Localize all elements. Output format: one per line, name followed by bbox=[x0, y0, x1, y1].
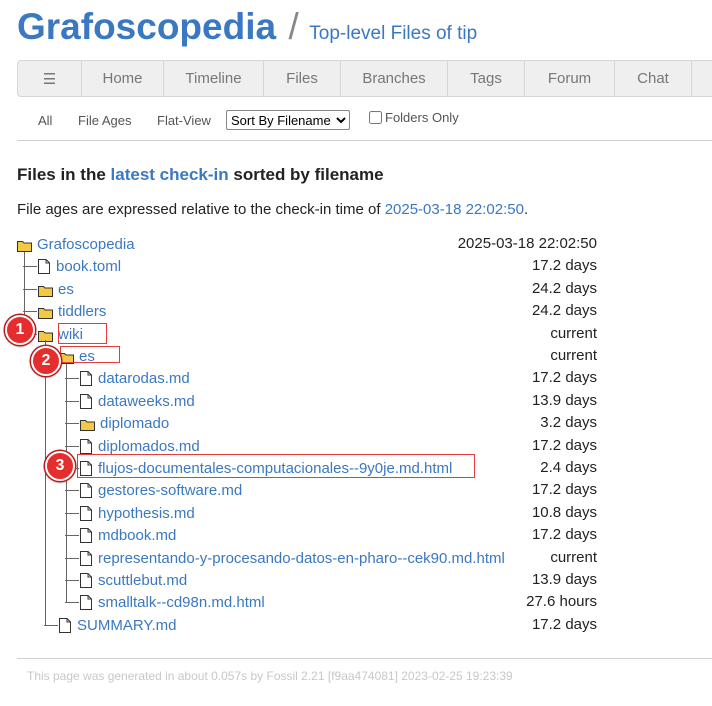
folder-icon bbox=[38, 284, 53, 297]
tree-row: gestores-software.md bbox=[80, 480, 242, 500]
file-link[interactable]: scuttlebut.md bbox=[98, 572, 187, 589]
footer-divider bbox=[17, 658, 712, 659]
tree-row: dataweeks.md bbox=[80, 391, 195, 411]
highlight-box-es bbox=[60, 346, 120, 363]
folder-icon bbox=[80, 418, 95, 431]
tree-connector bbox=[65, 490, 79, 491]
highlight-box-flujos bbox=[77, 454, 475, 478]
footer-text: This page was generated in about 0.057s … bbox=[27, 669, 513, 683]
file-link[interactable]: hypothesis.md bbox=[98, 505, 195, 522]
file-link[interactable]: book.toml bbox=[56, 258, 121, 275]
file-icon bbox=[80, 370, 92, 386]
file-link[interactable]: gestores-software.md bbox=[98, 482, 242, 499]
file-link[interactable]: smalltalk--cd98n.md.html bbox=[98, 594, 265, 611]
folder-icon bbox=[38, 329, 53, 342]
file-link[interactable]: representando-y-procesando-datos-en-phar… bbox=[98, 550, 505, 567]
tree-connector bbox=[65, 446, 79, 447]
age-value: 13.9 days bbox=[531, 571, 597, 588]
file-icon bbox=[80, 438, 92, 454]
age-value: current bbox=[550, 325, 597, 342]
age-value: current bbox=[550, 347, 597, 364]
tree-connector bbox=[23, 311, 37, 312]
tree-guide-line bbox=[66, 364, 67, 603]
annotation-number-1: 1 bbox=[5, 315, 35, 345]
age-value: 17.2 days bbox=[531, 369, 597, 386]
file-icon bbox=[80, 594, 92, 610]
file-link[interactable]: datarodas.md bbox=[98, 370, 190, 387]
tree-connector bbox=[65, 535, 79, 536]
tree-row: smalltalk--cd98n.md.html bbox=[80, 592, 265, 612]
age-value: 10.8 days bbox=[531, 504, 597, 521]
tree-connector bbox=[65, 558, 79, 559]
age-value: 3.2 days bbox=[540, 414, 597, 431]
tree-row: scuttlebut.md bbox=[80, 570, 187, 590]
tree-row: book.toml bbox=[38, 256, 121, 276]
tree-guide-line bbox=[45, 340, 46, 625]
file-link[interactable]: dataweeks.md bbox=[98, 393, 195, 410]
tree-connector bbox=[23, 289, 37, 290]
file-link[interactable]: SUMMARY.md bbox=[77, 617, 176, 634]
file-icon bbox=[80, 505, 92, 521]
tree-row: diplomado bbox=[80, 413, 169, 433]
age-value: 17.2 days bbox=[531, 526, 597, 543]
folder-icon bbox=[38, 306, 53, 319]
file-icon bbox=[80, 393, 92, 409]
annotation-number-2: 2 bbox=[31, 346, 61, 376]
file-icon bbox=[80, 482, 92, 498]
age-value: current bbox=[550, 549, 597, 566]
tree-connector bbox=[65, 378, 79, 379]
age-value: 13.9 days bbox=[531, 392, 597, 409]
age-value: 17.2 days bbox=[531, 616, 597, 633]
file-link[interactable]: mdbook.md bbox=[98, 527, 176, 544]
tree-connector bbox=[65, 513, 79, 514]
file-icon bbox=[80, 550, 92, 566]
folder-link[interactable]: Grafoscopedia bbox=[37, 236, 135, 253]
tree-row: SUMMARY.md bbox=[59, 615, 176, 635]
tree-row: diplomados.md bbox=[80, 436, 200, 456]
file-icon bbox=[38, 258, 50, 274]
folder-icon bbox=[17, 239, 32, 252]
tree-row: es bbox=[38, 279, 74, 299]
tree-row: mdbook.md bbox=[80, 525, 176, 545]
tree-row: representando-y-procesando-datos-en-phar… bbox=[80, 548, 505, 568]
age-value: 17.2 days bbox=[531, 481, 597, 498]
age-value: 17.2 days bbox=[531, 257, 597, 274]
tree-connector bbox=[65, 423, 79, 424]
age-value: 17.2 days bbox=[531, 437, 597, 454]
tree-row: datarodas.md bbox=[80, 368, 190, 388]
age-value: 24.2 days bbox=[531, 302, 597, 319]
age-value: 24.2 days bbox=[531, 280, 597, 297]
tree-connector bbox=[65, 580, 79, 581]
file-icon bbox=[59, 617, 71, 633]
tree-row: hypothesis.md bbox=[80, 503, 195, 523]
file-link[interactable]: diplomados.md bbox=[98, 438, 200, 455]
highlight-box-wiki bbox=[58, 323, 107, 344]
tree-row: Grafoscopedia bbox=[17, 234, 135, 254]
tree-connector bbox=[44, 625, 58, 626]
age-value: 27.6 hours bbox=[526, 593, 597, 610]
tree-row: tiddlers bbox=[38, 301, 106, 321]
age-value: 2.4 days bbox=[540, 459, 597, 476]
folder-link[interactable]: es bbox=[58, 281, 74, 298]
folder-link[interactable]: tiddlers bbox=[58, 303, 106, 320]
annotation-number-3: 3 bbox=[45, 451, 75, 481]
tree-connector bbox=[65, 401, 79, 402]
file-icon bbox=[80, 572, 92, 588]
age-value: 2025-03-18 22:02:50 bbox=[457, 235, 597, 252]
file-icon bbox=[80, 527, 92, 543]
folder-link[interactable]: diplomado bbox=[100, 415, 169, 432]
tree-connector bbox=[65, 602, 79, 603]
tree-connector bbox=[23, 266, 37, 267]
